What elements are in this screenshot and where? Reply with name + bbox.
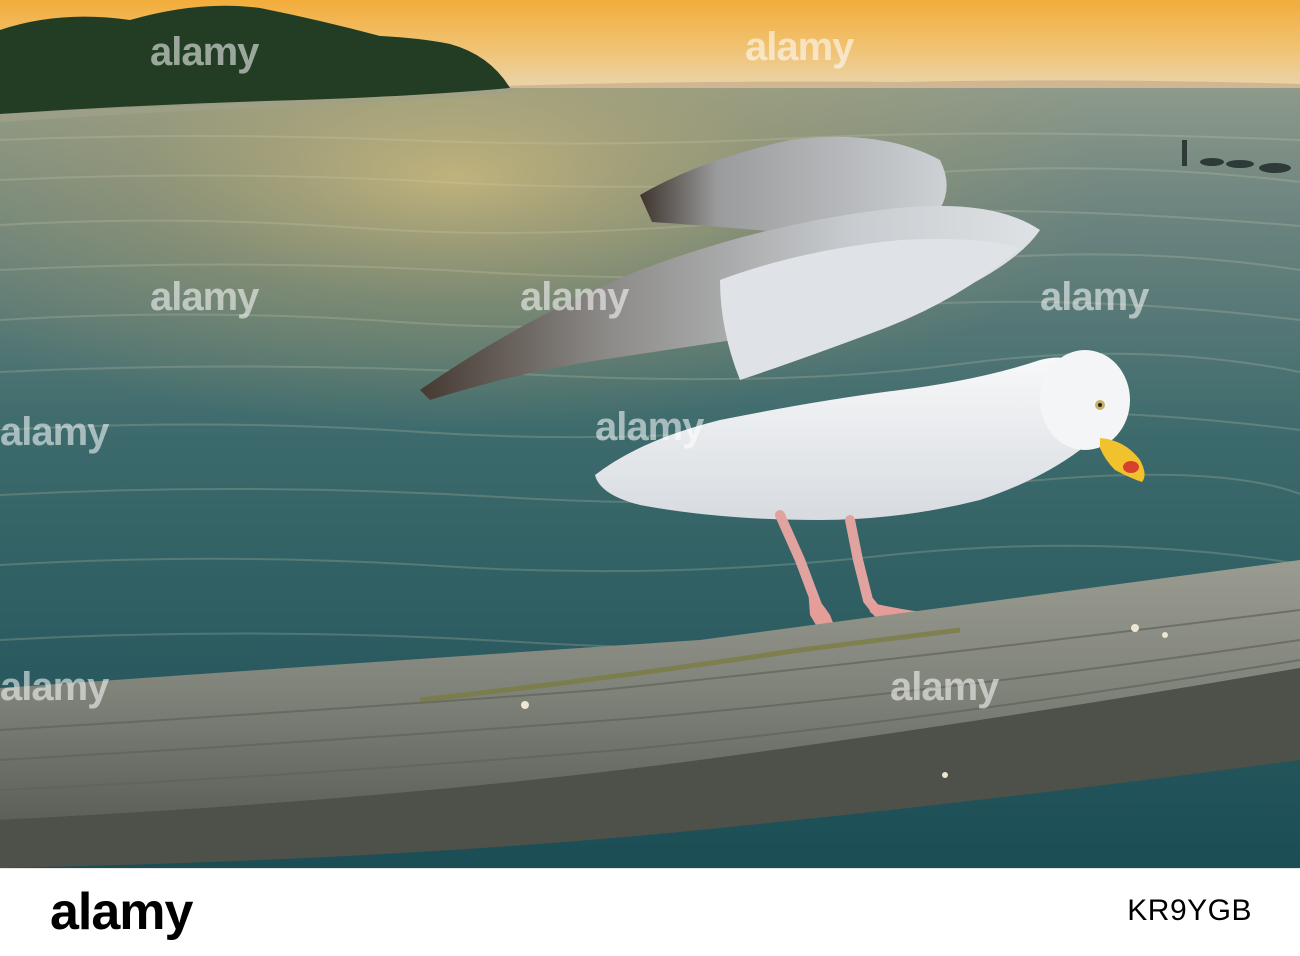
watermark-2: alamy bbox=[745, 25, 854, 69]
watermark-5: alamy bbox=[1040, 275, 1149, 319]
image-id: KR9YGB bbox=[1127, 894, 1252, 927]
footer-bar: alamy KR9YGB bbox=[0, 868, 1300, 956]
watermark-8: alamy bbox=[0, 665, 109, 709]
alamy-logo[interactable]: alamy bbox=[50, 883, 193, 941]
footer-divider bbox=[0, 868, 1300, 869]
watermark-9: alamy bbox=[890, 665, 999, 709]
seagull-head bbox=[1040, 350, 1130, 450]
stock-photo-frame: alamy alamy alamy alamy alamy alamy alam… bbox=[0, 0, 1300, 956]
watermark-3: alamy bbox=[150, 275, 259, 319]
watermark-4: alamy bbox=[520, 275, 629, 319]
watermark-6: alamy bbox=[0, 410, 109, 454]
beak-red-spot bbox=[1123, 461, 1139, 473]
watermark-1: alamy bbox=[150, 30, 259, 74]
watermark-7: alamy bbox=[595, 405, 704, 449]
